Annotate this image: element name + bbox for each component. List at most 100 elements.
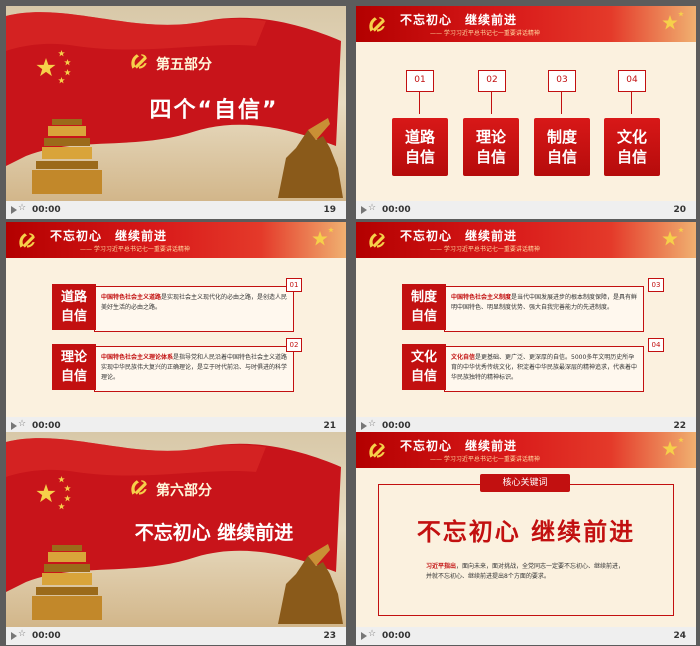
point-box: 中国特色社会主义制度是当代中国发展进步的根本制度保障，是具有鲜明中国特色、明显制… — [444, 286, 644, 332]
slide-number: 21 — [323, 421, 336, 431]
header-subtitle: —— 学习习近平总书记七一重要讲话精神 — [430, 246, 540, 253]
point-number: 02 — [286, 338, 302, 352]
monument-statue-icon — [278, 544, 343, 624]
slide-thumbnail-19[interactable]: 第五部分 四个“自信” ☆ 00:00 19 — [6, 6, 346, 219]
party-emblem-icon — [369, 233, 385, 248]
header-title: 不忘初心 继续前进 — [400, 229, 518, 243]
step-number: 04 — [618, 70, 646, 92]
slide-meta-bar: ☆ 00:00 23 — [6, 627, 346, 645]
slide-meta-bar: ☆ 00:00 24 — [356, 627, 696, 645]
star-icon: ☆ — [368, 419, 377, 429]
point-number: 04 — [648, 338, 664, 352]
keyword-label: 核心关键词 — [480, 474, 570, 492]
step-number: 02 — [478, 70, 506, 92]
point-box: 文化自信是更基础、更广泛、更深厚的自信。5000多年文明历史所孕育的中华优秀传统… — [444, 346, 644, 392]
slide-thumbnail-23[interactable]: 第六部分 不忘初心 继续前进 ☆ 00:00 23 — [6, 432, 346, 645]
play-icon[interactable] — [11, 422, 17, 430]
slide-meta-bar: ☆ 00:00 20 — [356, 201, 696, 219]
play-icon[interactable] — [11, 632, 17, 640]
flag-stars-icon — [36, 50, 71, 84]
connector-line — [561, 92, 562, 114]
star-icon: ☆ — [368, 629, 377, 639]
slide-number: 23 — [323, 631, 336, 641]
slide-header: 不忘初心 继续前进 —— 学习习近平总书记七一重要讲话精神 — [6, 222, 346, 258]
temple-of-heaven-icon — [32, 119, 102, 194]
header-title: 不忘初心 继续前进 — [400, 439, 518, 453]
confidence-card: 道路 自信 — [392, 118, 448, 176]
step-number: 01 — [406, 70, 434, 92]
star-icon: ☆ — [18, 629, 27, 639]
point-tag: 理论 自信 — [52, 344, 96, 390]
step-number: 03 — [548, 70, 576, 92]
section-title: 不忘初心 继续前进 — [134, 522, 294, 544]
slide-canvas: 第六部分 不忘初心 继续前进 — [6, 432, 346, 627]
slide-canvas: 不忘初心 继续前进 —— 学习习近平总书记七一重要讲话精神 核心关键词 不忘初心… — [356, 432, 696, 627]
point-tag: 道路 自信 — [52, 284, 96, 330]
header-stars-icon — [662, 437, 684, 456]
party-emblem-icon — [131, 54, 147, 69]
slide-time: 00:00 — [32, 631, 61, 641]
keyword-frame — [378, 484, 674, 616]
flag-stars-icon — [36, 476, 71, 510]
party-emblem-icon — [131, 480, 147, 495]
party-emblem-icon — [19, 233, 35, 248]
slide-thumbnail-24[interactable]: 不忘初心 继续前进 —— 学习习近平总书记七一重要讲话精神 核心关键词 不忘初心… — [356, 432, 696, 645]
point-tag: 文化 自信 — [402, 344, 446, 390]
connector-line — [419, 92, 420, 114]
star-icon: ☆ — [18, 203, 27, 213]
point-tag: 制度 自信 — [402, 284, 446, 330]
star-icon: ☆ — [18, 419, 27, 429]
slide-header: 不忘初心 继续前进 —— 学习习近平总书记七一重要讲话精神 — [356, 432, 696, 468]
party-emblem-icon — [369, 443, 385, 458]
slide-time: 00:00 — [382, 205, 411, 215]
slide-canvas: 不忘初心 继续前进 —— 学习习近平总书记七一重要讲话精神 01 02 03 0… — [356, 6, 696, 201]
slide-thumbnail-20[interactable]: 不忘初心 继续前进 —— 学习习近平总书记七一重要讲话精神 01 02 03 0… — [356, 6, 696, 219]
header-stars-icon — [662, 11, 684, 30]
header-stars-icon — [312, 227, 334, 246]
party-emblem-icon — [369, 17, 385, 32]
slide-header: 不忘初心 继续前进 —— 学习习近平总书记七一重要讲话精神 — [356, 6, 696, 42]
header-subtitle: —— 学习习近平总书记七一重要讲话精神 — [430, 30, 540, 37]
slide-canvas: 不忘初心 继续前进 —— 学习习近平总书记七一重要讲话精神 中国特色社会主义道路… — [6, 222, 346, 417]
point-box: 中国特色社会主义理论体系是指导党和人民沿着中国特色社会主义道路实现中华民族伟大复… — [94, 346, 294, 392]
point-number: 01 — [286, 278, 302, 292]
temple-of-heaven-icon — [32, 545, 102, 620]
slide-time: 00:00 — [32, 421, 61, 431]
header-subtitle: —— 学习习近平总书记七一重要讲话精神 — [80, 246, 190, 253]
section-title: 四个“自信” — [149, 98, 279, 123]
monument-statue-icon — [278, 118, 343, 198]
play-icon[interactable] — [11, 206, 17, 214]
point-number: 03 — [648, 278, 664, 292]
confidence-card: 理论 自信 — [463, 118, 519, 176]
header-stars-icon — [662, 227, 684, 246]
slide-time: 00:00 — [382, 421, 411, 431]
slide-number: 24 — [673, 631, 686, 641]
slide-thumbnail-22[interactable]: 不忘初心 继续前进 —— 学习习近平总书记七一重要讲话精神 中国特色社会主义制度… — [356, 222, 696, 435]
slide-canvas: 不忘初心 继续前进 —— 学习习近平总书记七一重要讲话精神 中国特色社会主义制度… — [356, 222, 696, 417]
slide-header: 不忘初心 继续前进 —— 学习习近平总书记七一重要讲话精神 — [356, 222, 696, 258]
header-title: 不忘初心 继续前进 — [400, 13, 518, 27]
section-label: 第六部分 — [156, 483, 212, 499]
play-icon[interactable] — [361, 632, 367, 640]
point-box: 中国特色社会主义道路是实现社会主义现代化的必由之路，是创造人民美好生活的必由之路… — [94, 286, 294, 332]
slide-meta-bar: ☆ 00:00 19 — [6, 201, 346, 219]
connector-line — [631, 92, 632, 114]
keyword-description: 习近平指出，面向未来，面对挑战，全党同志一定要不忘初心、继续前进，并就不忘初心、… — [426, 563, 625, 580]
slide-thumbnail-21[interactable]: 不忘初心 继续前进 —— 学习习近平总书记七一重要讲话精神 中国特色社会主义道路… — [6, 222, 346, 435]
keyword-slogan: 不忘初心 继续前进 — [416, 518, 636, 546]
star-icon: ☆ — [368, 203, 377, 213]
connector-line — [491, 92, 492, 114]
slide-number: 22 — [673, 421, 686, 431]
section-label: 第五部分 — [156, 57, 212, 73]
slide-time: 00:00 — [382, 631, 411, 641]
slide-number: 20 — [673, 205, 686, 215]
slide-number: 19 — [323, 205, 336, 215]
header-subtitle: —— 学习习近平总书记七一重要讲话精神 — [430, 456, 540, 463]
slide-canvas: 第五部分 四个“自信” — [6, 6, 346, 201]
play-icon[interactable] — [361, 206, 367, 214]
slide-time: 00:00 — [32, 205, 61, 215]
play-icon[interactable] — [361, 422, 367, 430]
confidence-card: 文化 自信 — [604, 118, 660, 176]
confidence-card: 制度 自信 — [534, 118, 590, 176]
header-title: 不忘初心 继续前进 — [50, 229, 168, 243]
